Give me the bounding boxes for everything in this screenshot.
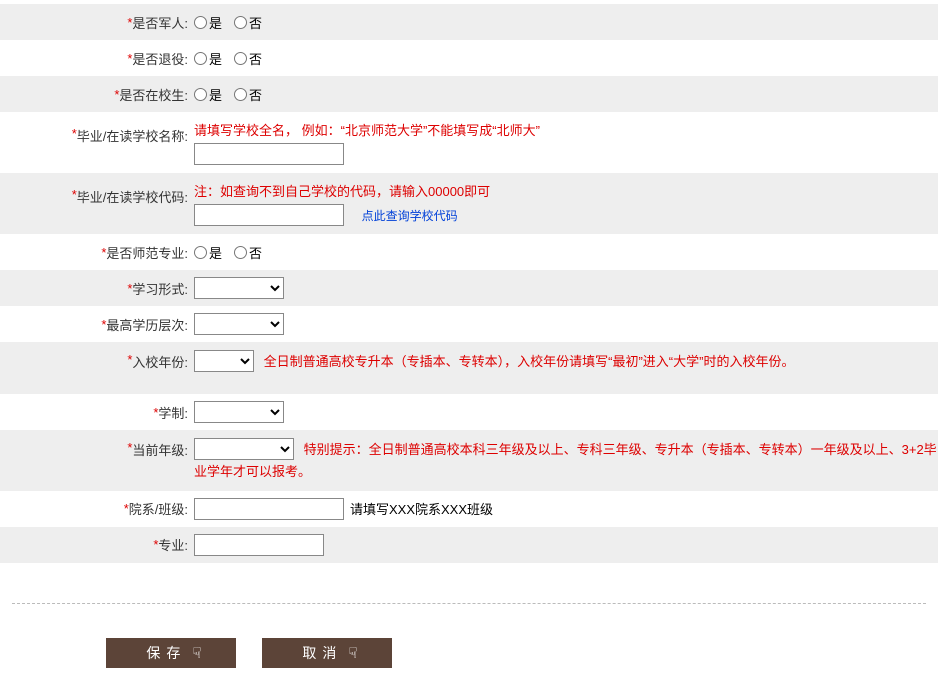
- value-highest-edu: [192, 313, 938, 335]
- label-major: *专业:: [0, 535, 192, 554]
- input-school-code[interactable]: [194, 204, 344, 226]
- value-schooling-length: [192, 401, 938, 423]
- value-school-code: 注：如查询不到自己学校的代码，请输入00000即可 点此查询学校代码: [192, 181, 938, 226]
- radio-normal-major-yes[interactable]: 是: [194, 243, 222, 262]
- link-lookup-school-code[interactable]: 点此查询学校代码: [362, 209, 458, 223]
- button-row: 保存 ☟ 取消 ☟: [0, 614, 938, 668]
- row-schooling-length: *学制:: [0, 394, 938, 430]
- label-school-name: *毕业/在读学校名称:: [0, 120, 192, 145]
- label-is-normal-major: *是否师范专业:: [0, 243, 192, 262]
- input-dept-class[interactable]: [194, 498, 344, 520]
- form-container: *是否军人: 是 否 *是否退役: 是 否 *是否在校生: 是 否 *毕业/在读…: [0, 0, 938, 698]
- row-school-code: *毕业/在读学校代码: 注：如查询不到自己学校的代码，请输入00000即可 点此…: [0, 173, 938, 234]
- label-study-form: *学习形式:: [0, 279, 192, 298]
- label-dept-class: *院系/班级:: [0, 499, 192, 518]
- value-is-student: 是 否: [192, 85, 938, 104]
- row-study-form: *学习形式:: [0, 270, 938, 306]
- hint-school-name: 请填写学校全名， 例如：“北京师范大学”不能填写成“北师大”: [194, 120, 540, 139]
- radio-normal-major-no[interactable]: 否: [234, 243, 262, 262]
- radio-retired-yes[interactable]: 是: [194, 49, 222, 68]
- radio-student-yes[interactable]: 是: [194, 85, 222, 104]
- radio-soldier-yes[interactable]: 是: [194, 13, 222, 32]
- value-is-normal-major: 是 否: [192, 243, 938, 262]
- row-current-grade: *当前年级: 特别提示：全日制普通高校本科三年级及以上、专科三年级、专升本（专插…: [0, 430, 938, 491]
- label-enroll-year: *入校年份:: [0, 350, 192, 371]
- radio-student-no[interactable]: 否: [234, 85, 262, 104]
- pointer-icon: ☟: [348, 644, 357, 662]
- row-is-soldier: *是否军人: 是 否: [0, 4, 938, 40]
- value-study-form: [192, 277, 938, 299]
- value-current-grade: 特别提示：全日制普通高校本科三年级及以上、专科三年级、专升本（专插本、专转本）一…: [192, 438, 938, 483]
- radio-retired-no[interactable]: 否: [234, 49, 262, 68]
- input-school-name[interactable]: [194, 143, 344, 165]
- row-school-name: *毕业/在读学校名称: 请填写学校全名， 例如：“北京师范大学”不能填写成“北师…: [0, 112, 938, 173]
- value-school-name: 请填写学校全名， 例如：“北京师范大学”不能填写成“北师大”: [192, 120, 938, 165]
- value-enroll-year: 全日制普通高校专升本（专插本、专转本），入校年份请填写“最初”进入“大学”时的入…: [192, 350, 938, 373]
- row-is-student: *是否在校生: 是 否: [0, 76, 938, 112]
- select-highest-edu[interactable]: [194, 313, 284, 335]
- hint-enroll-year: 全日制普通高校专升本（专插本、专转本），入校年份请填写“最初”进入“大学”时的入…: [264, 354, 795, 369]
- radio-soldier-no[interactable]: 否: [234, 13, 262, 32]
- row-enroll-year: *入校年份: 全日制普通高校专升本（专插本、专转本），入校年份请填写“最初”进入…: [0, 342, 938, 394]
- row-major: *专业:: [0, 527, 938, 563]
- select-enroll-year[interactable]: [194, 350, 254, 372]
- select-study-form[interactable]: [194, 277, 284, 299]
- value-dept-class: 请填写XXX院系XXX班级: [192, 498, 938, 520]
- select-current-grade[interactable]: [194, 438, 294, 460]
- value-major: [192, 534, 938, 556]
- section-divider: [12, 603, 926, 604]
- value-is-retired: 是 否: [192, 49, 938, 68]
- label-schooling-length: *学制:: [0, 403, 192, 422]
- save-button[interactable]: 保存 ☟: [106, 638, 236, 668]
- label-current-grade: *当前年级:: [0, 438, 192, 459]
- cancel-button[interactable]: 取消 ☟: [262, 638, 392, 668]
- value-is-soldier: 是 否: [192, 13, 938, 32]
- select-schooling-length[interactable]: [194, 401, 284, 423]
- input-major[interactable]: [194, 534, 324, 556]
- hint-school-code: 注：如查询不到自己学校的代码，请输入00000即可: [194, 181, 490, 200]
- label-is-retired: *是否退役:: [0, 49, 192, 68]
- label-is-soldier: *是否军人:: [0, 13, 192, 32]
- row-is-normal-major: *是否师范专业: 是 否: [0, 234, 938, 270]
- row-is-retired: *是否退役: 是 否: [0, 40, 938, 76]
- hint-current-grade: 特别提示：全日制普通高校本科三年级及以上、专科三年级、专升本（专插本、专转本）一…: [194, 442, 937, 479]
- label-highest-edu: *最高学历层次:: [0, 315, 192, 334]
- row-highest-edu: *最高学历层次:: [0, 306, 938, 342]
- label-is-student: *是否在校生:: [0, 85, 192, 104]
- pointer-icon: ☟: [192, 644, 201, 662]
- spacer: [0, 563, 938, 593]
- label-school-code: *毕业/在读学校代码:: [0, 181, 192, 206]
- hint-dept-class: 请填写XXX院系XXX班级: [350, 499, 493, 518]
- row-dept-class: *院系/班级: 请填写XXX院系XXX班级: [0, 491, 938, 527]
